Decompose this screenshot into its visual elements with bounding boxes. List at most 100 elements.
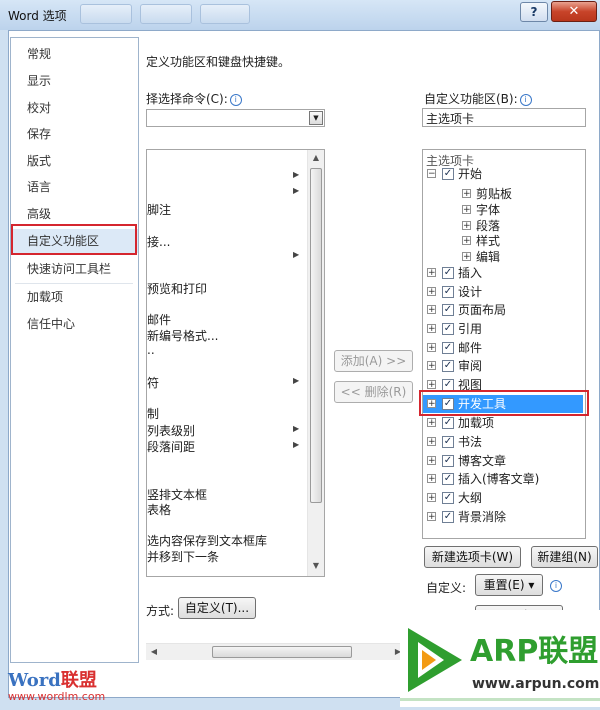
nav-item-trust-center[interactable]: 信任中心 bbox=[11, 312, 138, 336]
scroll-up-icon[interactable]: ▲ bbox=[308, 150, 324, 166]
highlight-developer-tab bbox=[419, 390, 589, 416]
choose-commands-select[interactable]: ▼ bbox=[146, 109, 325, 127]
expand-icon[interactable]: + bbox=[462, 221, 471, 231]
expand-icon[interactable]: + bbox=[427, 324, 436, 334]
horizontal-scrollbar[interactable]: ◀ ▶ bbox=[146, 643, 408, 660]
submenu-arrow-icon: ▶ bbox=[293, 170, 300, 179]
arp-logo: ARP联盟 www.arpun.com bbox=[400, 610, 600, 707]
expand-icon[interactable]: + bbox=[427, 493, 436, 503]
checkbox-checked-icon[interactable]: ✓ bbox=[442, 436, 454, 448]
nav-item-general[interactable]: 常规 bbox=[11, 42, 138, 66]
expand-icon[interactable]: + bbox=[427, 268, 436, 278]
tree-row-tab[interactable]: + ✓ 插入(博客文章) bbox=[426, 471, 576, 487]
command-item[interactable]: 预览和打印 bbox=[147, 280, 207, 297]
checkbox-checked-icon[interactable]: ✓ bbox=[442, 286, 454, 298]
nav-item-add-ins[interactable]: 加载项 bbox=[11, 285, 138, 309]
tree-row-tab[interactable]: + ✓ 插入 bbox=[426, 265, 576, 281]
expand-icon[interactable]: + bbox=[427, 456, 436, 466]
tree-row-tab[interactable]: + ✓ 书法 bbox=[426, 434, 576, 450]
scroll-down-icon[interactable]: ▼ bbox=[308, 558, 324, 574]
command-item[interactable]: 脚注 bbox=[147, 201, 171, 218]
nav-item-quick-access-toolbar[interactable]: 快速访问工具栏 bbox=[11, 257, 138, 281]
nav-item-layout[interactable]: 版式 bbox=[11, 149, 138, 173]
command-item[interactable]: 接... bbox=[147, 233, 170, 250]
new-group-button[interactable]: 新建组(N) bbox=[531, 546, 598, 568]
nav-item-display[interactable]: 显示 bbox=[11, 69, 138, 93]
tree-row-group[interactable]: + 字体 bbox=[460, 202, 570, 218]
checkbox-checked-icon[interactable]: ✓ bbox=[442, 473, 454, 485]
tree-row-tab[interactable]: + ✓ 大纲 bbox=[426, 490, 576, 506]
checkbox-checked-icon[interactable]: ✓ bbox=[442, 168, 454, 180]
checkbox-checked-icon[interactable]: ✓ bbox=[442, 267, 454, 279]
command-item[interactable]: 邮件 bbox=[147, 311, 171, 328]
nav-item-language[interactable]: 语言 bbox=[11, 175, 138, 199]
tree-row-start[interactable]: − ✓ 开始 bbox=[426, 166, 576, 182]
add-button[interactable]: 添加(A) >> bbox=[334, 350, 413, 372]
expand-icon[interactable]: + bbox=[427, 512, 436, 522]
expand-icon[interactable]: + bbox=[427, 343, 436, 353]
commands-list[interactable]: ▲ ▼ bbox=[146, 149, 325, 577]
tree-row-tab[interactable]: + ✓ 背景消除 bbox=[426, 509, 576, 525]
customize-shortcuts-button[interactable]: 自定义(T)... bbox=[178, 597, 256, 619]
checkbox-checked-icon[interactable]: ✓ bbox=[442, 342, 454, 354]
reset-button[interactable]: 重置(E) ▾ bbox=[475, 574, 543, 596]
command-item[interactable]: 并移到下一条 bbox=[147, 548, 219, 565]
checkbox-checked-icon[interactable]: ✓ bbox=[442, 304, 454, 316]
tree-label: 开始 bbox=[458, 167, 483, 181]
tree-row-tab[interactable]: + ✓ 设计 bbox=[426, 284, 576, 300]
command-item[interactable]: 新编号格式... bbox=[147, 327, 218, 344]
command-item[interactable]: 段落间距 bbox=[147, 438, 195, 455]
ribbon-select-value: 主选项卡 bbox=[426, 112, 475, 126]
command-item[interactable]: .. bbox=[147, 343, 155, 357]
checkbox-checked-icon[interactable]: ✓ bbox=[442, 417, 454, 429]
expand-icon[interactable]: + bbox=[427, 437, 436, 447]
nav-item-advanced[interactable]: 高级 bbox=[11, 202, 138, 226]
checkbox-checked-icon[interactable]: ✓ bbox=[442, 492, 454, 504]
tree-row-tab[interactable]: + ✓ 加载项 bbox=[426, 415, 576, 431]
commands-scrollbar[interactable]: ▲ ▼ bbox=[307, 150, 324, 576]
tree-row-tab[interactable]: + ✓ 博客文章 bbox=[426, 453, 576, 469]
expand-icon[interactable]: + bbox=[427, 361, 436, 371]
scroll-thumb[interactable] bbox=[310, 168, 322, 503]
expand-icon[interactable]: + bbox=[462, 189, 471, 199]
command-item[interactable]: 选内容保存到文本框库 bbox=[147, 532, 267, 549]
chevron-down-icon[interactable]: ▼ bbox=[309, 111, 323, 125]
expand-icon[interactable]: + bbox=[427, 474, 436, 484]
nav-item-save[interactable]: 保存 bbox=[11, 122, 138, 146]
command-item[interactable]: 符 bbox=[147, 374, 159, 391]
tree-row-group[interactable]: + 段落 bbox=[460, 218, 570, 234]
command-item[interactable]: 列表级别 bbox=[147, 422, 195, 439]
tree-row-tab[interactable]: + ✓ 引用 bbox=[426, 321, 576, 337]
close-button[interactable]: ✕ bbox=[551, 1, 597, 22]
remove-button[interactable]: << 删除(R) bbox=[334, 381, 413, 403]
expand-icon[interactable]: + bbox=[462, 236, 471, 246]
scroll-left-icon[interactable]: ◀ bbox=[146, 644, 162, 660]
expand-icon[interactable]: + bbox=[427, 418, 436, 428]
tree-row-tab[interactable]: + ✓ 审阅 bbox=[426, 358, 576, 374]
checkbox-checked-icon[interactable]: ✓ bbox=[442, 323, 454, 335]
customize-ribbon-select[interactable]: 主选项卡 bbox=[422, 108, 586, 127]
tree-row-group[interactable]: + 样式 bbox=[460, 233, 570, 249]
expand-icon[interactable]: + bbox=[462, 252, 471, 262]
blurred-background-button bbox=[80, 4, 132, 24]
command-item[interactable]: 制 bbox=[147, 405, 159, 422]
expand-icon[interactable]: + bbox=[427, 305, 436, 315]
tree-row-tab[interactable]: + ✓ 页面布局 bbox=[426, 302, 576, 318]
collapse-icon[interactable]: − bbox=[427, 169, 436, 179]
expand-icon[interactable]: + bbox=[427, 380, 436, 390]
checkbox-checked-icon[interactable]: ✓ bbox=[442, 455, 454, 467]
nav-item-proofing[interactable]: 校对 bbox=[11, 96, 138, 120]
help-button[interactable]: ? bbox=[520, 2, 548, 22]
checkbox-checked-icon[interactable]: ✓ bbox=[442, 511, 454, 523]
tree-row-group[interactable]: + 编辑 bbox=[460, 249, 570, 265]
command-item[interactable]: 表格 bbox=[147, 501, 171, 518]
tree-label: 样式 bbox=[476, 234, 501, 248]
expand-icon[interactable]: + bbox=[462, 205, 471, 215]
scroll-thumb[interactable] bbox=[212, 646, 352, 658]
tree-row-tab[interactable]: + ✓ 邮件 bbox=[426, 340, 576, 356]
new-tab-button[interactable]: 新建选项卡(W) bbox=[424, 546, 521, 568]
tree-label: 书法 bbox=[458, 435, 483, 449]
expand-icon[interactable]: + bbox=[427, 287, 436, 297]
checkbox-checked-icon[interactable]: ✓ bbox=[442, 360, 454, 372]
tree-row-group[interactable]: + 剪贴板 bbox=[460, 186, 570, 202]
